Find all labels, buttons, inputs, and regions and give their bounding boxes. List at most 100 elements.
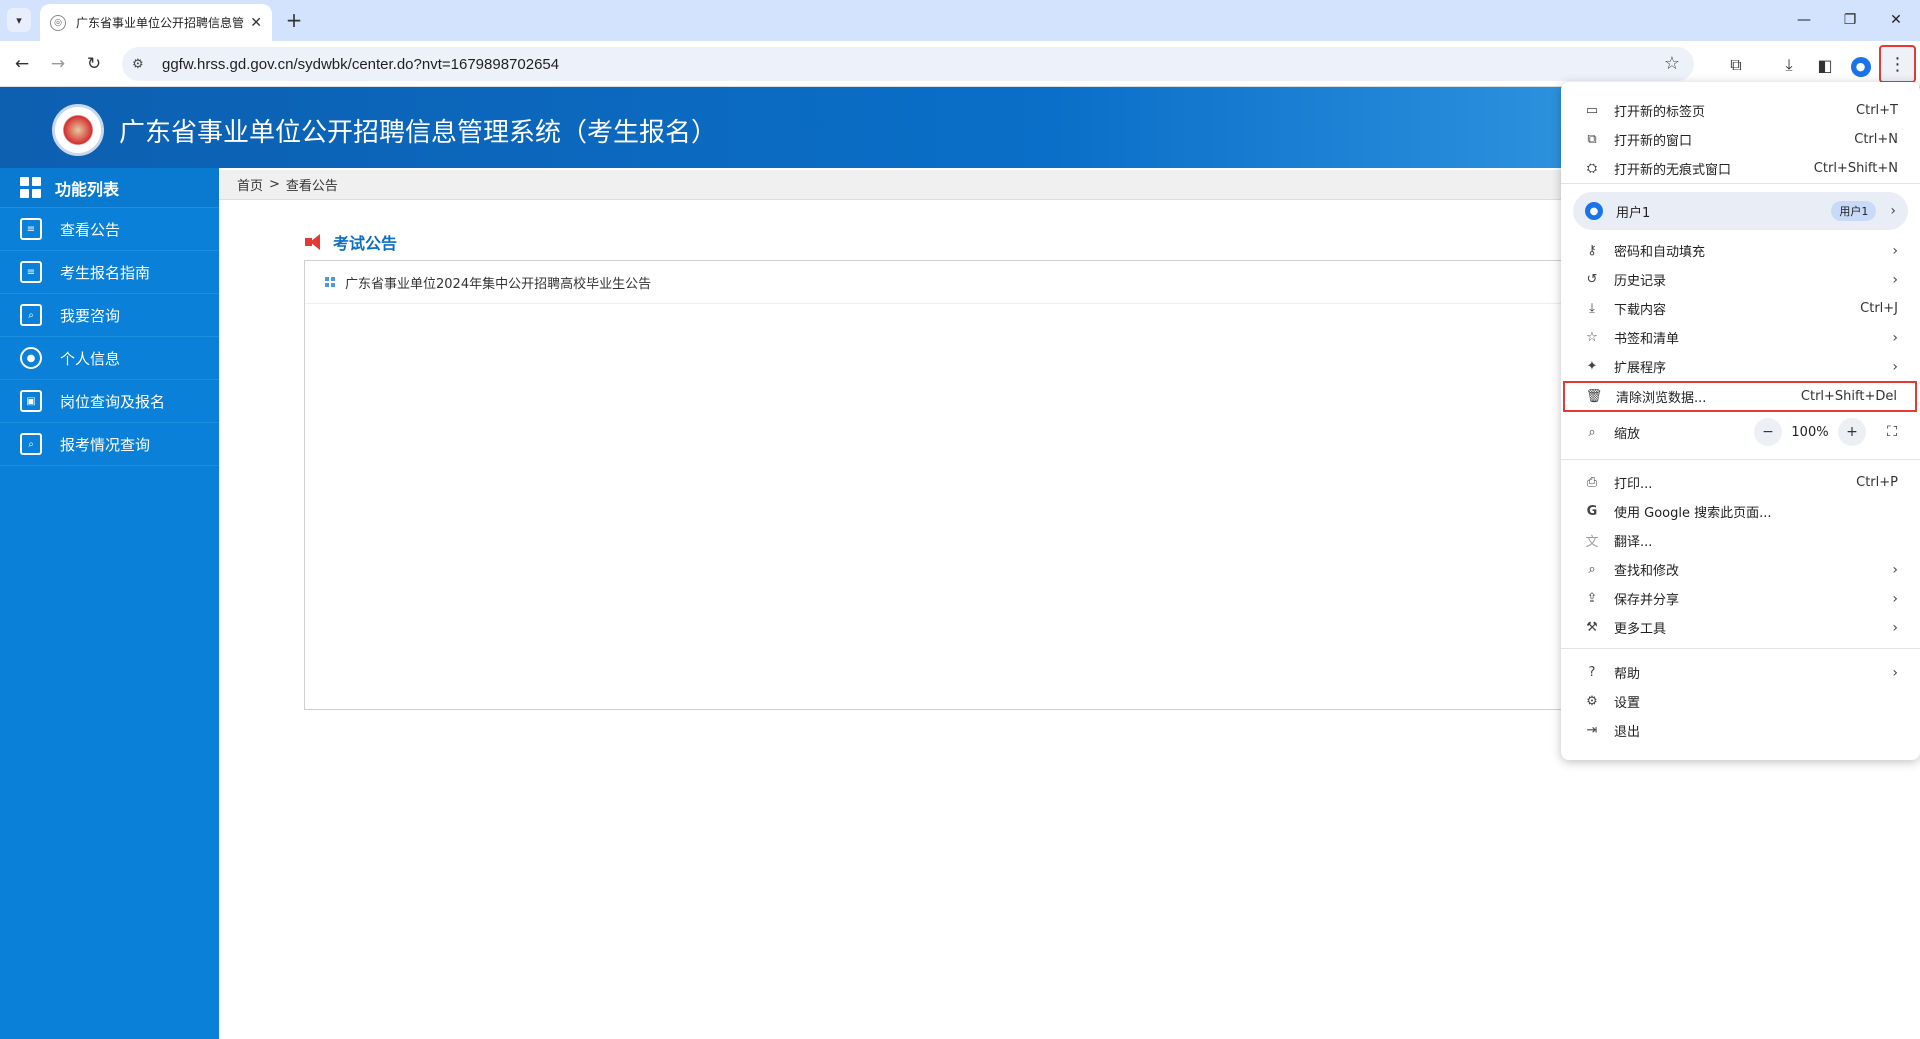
chevron-down-icon: ▾	[16, 13, 22, 27]
find-icon: ⌕	[1588, 562, 1596, 577]
chevron-right-icon: ›	[1892, 664, 1898, 681]
print-icon: ⎙	[1586, 475, 1598, 490]
url-text: ggfw.hrss.gd.gov.cn/sydwbk/center.do?nvt…	[162, 55, 560, 73]
sidebar-item-consult[interactable]: ⌕ 我要咨询	[0, 294, 219, 337]
sidebar-item-notices[interactable]: ≡ 查看公告	[0, 208, 219, 251]
address-bar[interactable]: ⚙ ggfw.hrss.gd.gov.cn/sydwbk/center.do?n…	[122, 47, 1694, 81]
chevron-right-icon: ›	[1892, 242, 1898, 259]
chevron-right-icon: ›	[1892, 561, 1898, 578]
site-info-icon[interactable]: ⚙	[132, 57, 152, 72]
zoom-out-button[interactable]: −	[1754, 418, 1782, 446]
menu-find[interactable]: ⌕ 查找和修改 ›	[1561, 555, 1920, 584]
menu-extensions[interactable]: ✦ 扩展程序 ›	[1561, 352, 1920, 381]
user-icon: ●	[20, 347, 42, 369]
forward-button[interactable]: →	[44, 50, 72, 78]
profile-button[interactable]: ●	[1846, 52, 1872, 78]
tab-search-button[interactable]: ▾	[7, 8, 31, 32]
menu-downloads[interactable]: ⤓ 下载内容 Ctrl+J	[1561, 294, 1920, 323]
breadcrumb-separator: >	[269, 177, 280, 192]
sidebar: 功能列表 ≡ 查看公告 ≡ 考生报名指南 ⌕ 我要咨询 ● 个人信息 ▣ 岗位查…	[0, 168, 219, 1039]
restore-button[interactable]: ❐	[1830, 6, 1870, 34]
menu-google-search[interactable]: G 使用 Google 搜索此页面...	[1561, 497, 1920, 526]
tab-strip: ▾ ◎ 广东省事业单位公开招聘信息管 ✕ + — ❐ ✕	[0, 0, 1920, 41]
exit-icon: ⇥	[1586, 723, 1598, 738]
menu-translate[interactable]: 文 翻译...	[1561, 526, 1920, 555]
new-tab-icon: ▭	[1585, 103, 1599, 118]
sidebar-title: 功能列表	[55, 179, 120, 199]
zoom-in-button[interactable]: +	[1838, 418, 1866, 446]
new-tab-button[interactable]: +	[282, 8, 306, 32]
sidebar-item-label: 我要咨询	[60, 306, 121, 325]
menu-zoom: ⌕ 缩放 − 100% + ⛶	[1561, 412, 1920, 452]
gear-icon: ⚙	[1586, 694, 1598, 709]
trash-icon: 🗑	[1585, 389, 1603, 404]
profile-icon: ●	[1585, 202, 1603, 220]
menu-profile[interactable]: ● 用户1 用户1 ›	[1573, 192, 1908, 230]
site-favicon-icon: ◎	[50, 14, 66, 31]
id-card-icon: ▣	[20, 390, 42, 412]
sidebar-item-guide[interactable]: ≡ 考生报名指南	[0, 251, 219, 294]
zoom-value: 100%	[1791, 424, 1829, 440]
section-title: 考试公告	[305, 230, 397, 254]
sidebar-item-position-apply[interactable]: ▣ 岗位查询及报名	[0, 380, 219, 423]
minimize-button[interactable]: —	[1784, 6, 1824, 34]
sidebar-header: 功能列表	[0, 168, 219, 208]
list-icon: ≡	[20, 218, 42, 240]
chevron-right-icon: ›	[1890, 203, 1896, 219]
reload-button[interactable]: ↻	[80, 50, 108, 78]
menu-passwords[interactable]: ⚷ 密码和自动填充 ›	[1561, 236, 1920, 265]
menu-exit[interactable]: ⇥ 退出	[1561, 716, 1920, 745]
close-window-button[interactable]: ✕	[1876, 6, 1916, 34]
menu-new-window[interactable]: ⧉ 打开新的窗口 Ctrl+N	[1561, 125, 1920, 154]
chevron-right-icon: ›	[1892, 271, 1898, 288]
sidebar-item-application-status[interactable]: ⌕ 报考情况查询	[0, 423, 219, 466]
browser-tab[interactable]: ◎ 广东省事业单位公开招聘信息管 ✕	[40, 4, 272, 41]
fullscreen-button[interactable]: ⛶	[1878, 418, 1906, 446]
toolbox-icon: ⚒	[1586, 620, 1598, 635]
downloads-icon[interactable]: ⤓	[1776, 52, 1802, 78]
side-panel-icon[interactable]: ◧	[1812, 52, 1838, 78]
chrome-menu: ▭ 打开新的标签页 Ctrl+T ⧉ 打开新的窗口 Ctrl+N ⛭ 打开新的无…	[1561, 82, 1920, 760]
menu-new-tab[interactable]: ▭ 打开新的标签页 Ctrl+T	[1561, 96, 1920, 125]
zoom-icon: ⌕	[1588, 424, 1596, 440]
bookmark-star-icon[interactable]: ☆	[1664, 53, 1680, 74]
close-tab-icon[interactable]: ✕	[250, 15, 262, 31]
chevron-right-icon: ›	[1892, 358, 1898, 375]
back-button[interactable]: ←	[8, 50, 36, 78]
star-icon: ☆	[1586, 330, 1598, 345]
bullet-icon	[325, 277, 335, 287]
menu-help[interactable]: ? 帮助 ›	[1561, 658, 1920, 687]
menu-print[interactable]: ⎙ 打印... Ctrl+P	[1561, 468, 1920, 497]
menu-incognito[interactable]: ⛭ 打开新的无痕式窗口 Ctrl+Shift+N	[1561, 154, 1920, 183]
save-share-icon: ⇪	[1586, 591, 1598, 606]
puzzle-icon: ✦	[1586, 359, 1598, 374]
menu-history[interactable]: ↺ 历史记录 ›	[1561, 265, 1920, 294]
extensions-icon[interactable]: ⧉	[1723, 52, 1749, 78]
site-logo	[52, 104, 104, 156]
menu-clear-browsing-data[interactable]: 🗑 清除浏览数据... Ctrl+Shift+Del	[1563, 381, 1917, 412]
sidebar-item-label: 考生报名指南	[60, 263, 151, 282]
sidebar-item-personal-info[interactable]: ● 个人信息	[0, 337, 219, 380]
document-search-icon: ⌕	[20, 304, 42, 326]
breadcrumb-current: 查看公告	[285, 179, 338, 194]
breadcrumb-home[interactable]: 首页	[237, 175, 263, 194]
document-search-icon: ⌕	[20, 433, 42, 455]
menu-more-tools[interactable]: ⚒ 更多工具 ›	[1561, 613, 1920, 642]
chevron-right-icon: ›	[1892, 329, 1898, 346]
site-title: 广东省事业单位公开招聘信息管理系统（考生报名）	[119, 118, 718, 148]
notice-title[interactable]: 广东省事业单位2024年集中公开招聘高校毕业生公告	[345, 273, 651, 292]
translate-icon: 文	[1585, 535, 1599, 550]
incognito-icon: ⛭	[1586, 161, 1598, 176]
avatar: ●	[1850, 56, 1871, 77]
menu-save-share[interactable]: ⇪ 保存并分享 ›	[1561, 584, 1920, 613]
history-icon: ↺	[1586, 272, 1598, 287]
profile-chip: 用户1	[1831, 201, 1877, 221]
key-icon: ⚷	[1587, 243, 1597, 258]
tab-title: 广东省事业单位公开招聘信息管	[76, 16, 245, 30]
sidebar-item-label: 岗位查询及报名	[60, 392, 166, 411]
menu-bookmarks[interactable]: ☆ 书签和清单 ›	[1561, 323, 1920, 352]
new-window-icon: ⧉	[1587, 132, 1597, 147]
menu-settings[interactable]: ⚙ 设置	[1561, 687, 1920, 716]
chevron-right-icon: ›	[1892, 590, 1898, 607]
chrome-menu-button[interactable]: ⋮	[1879, 45, 1916, 83]
